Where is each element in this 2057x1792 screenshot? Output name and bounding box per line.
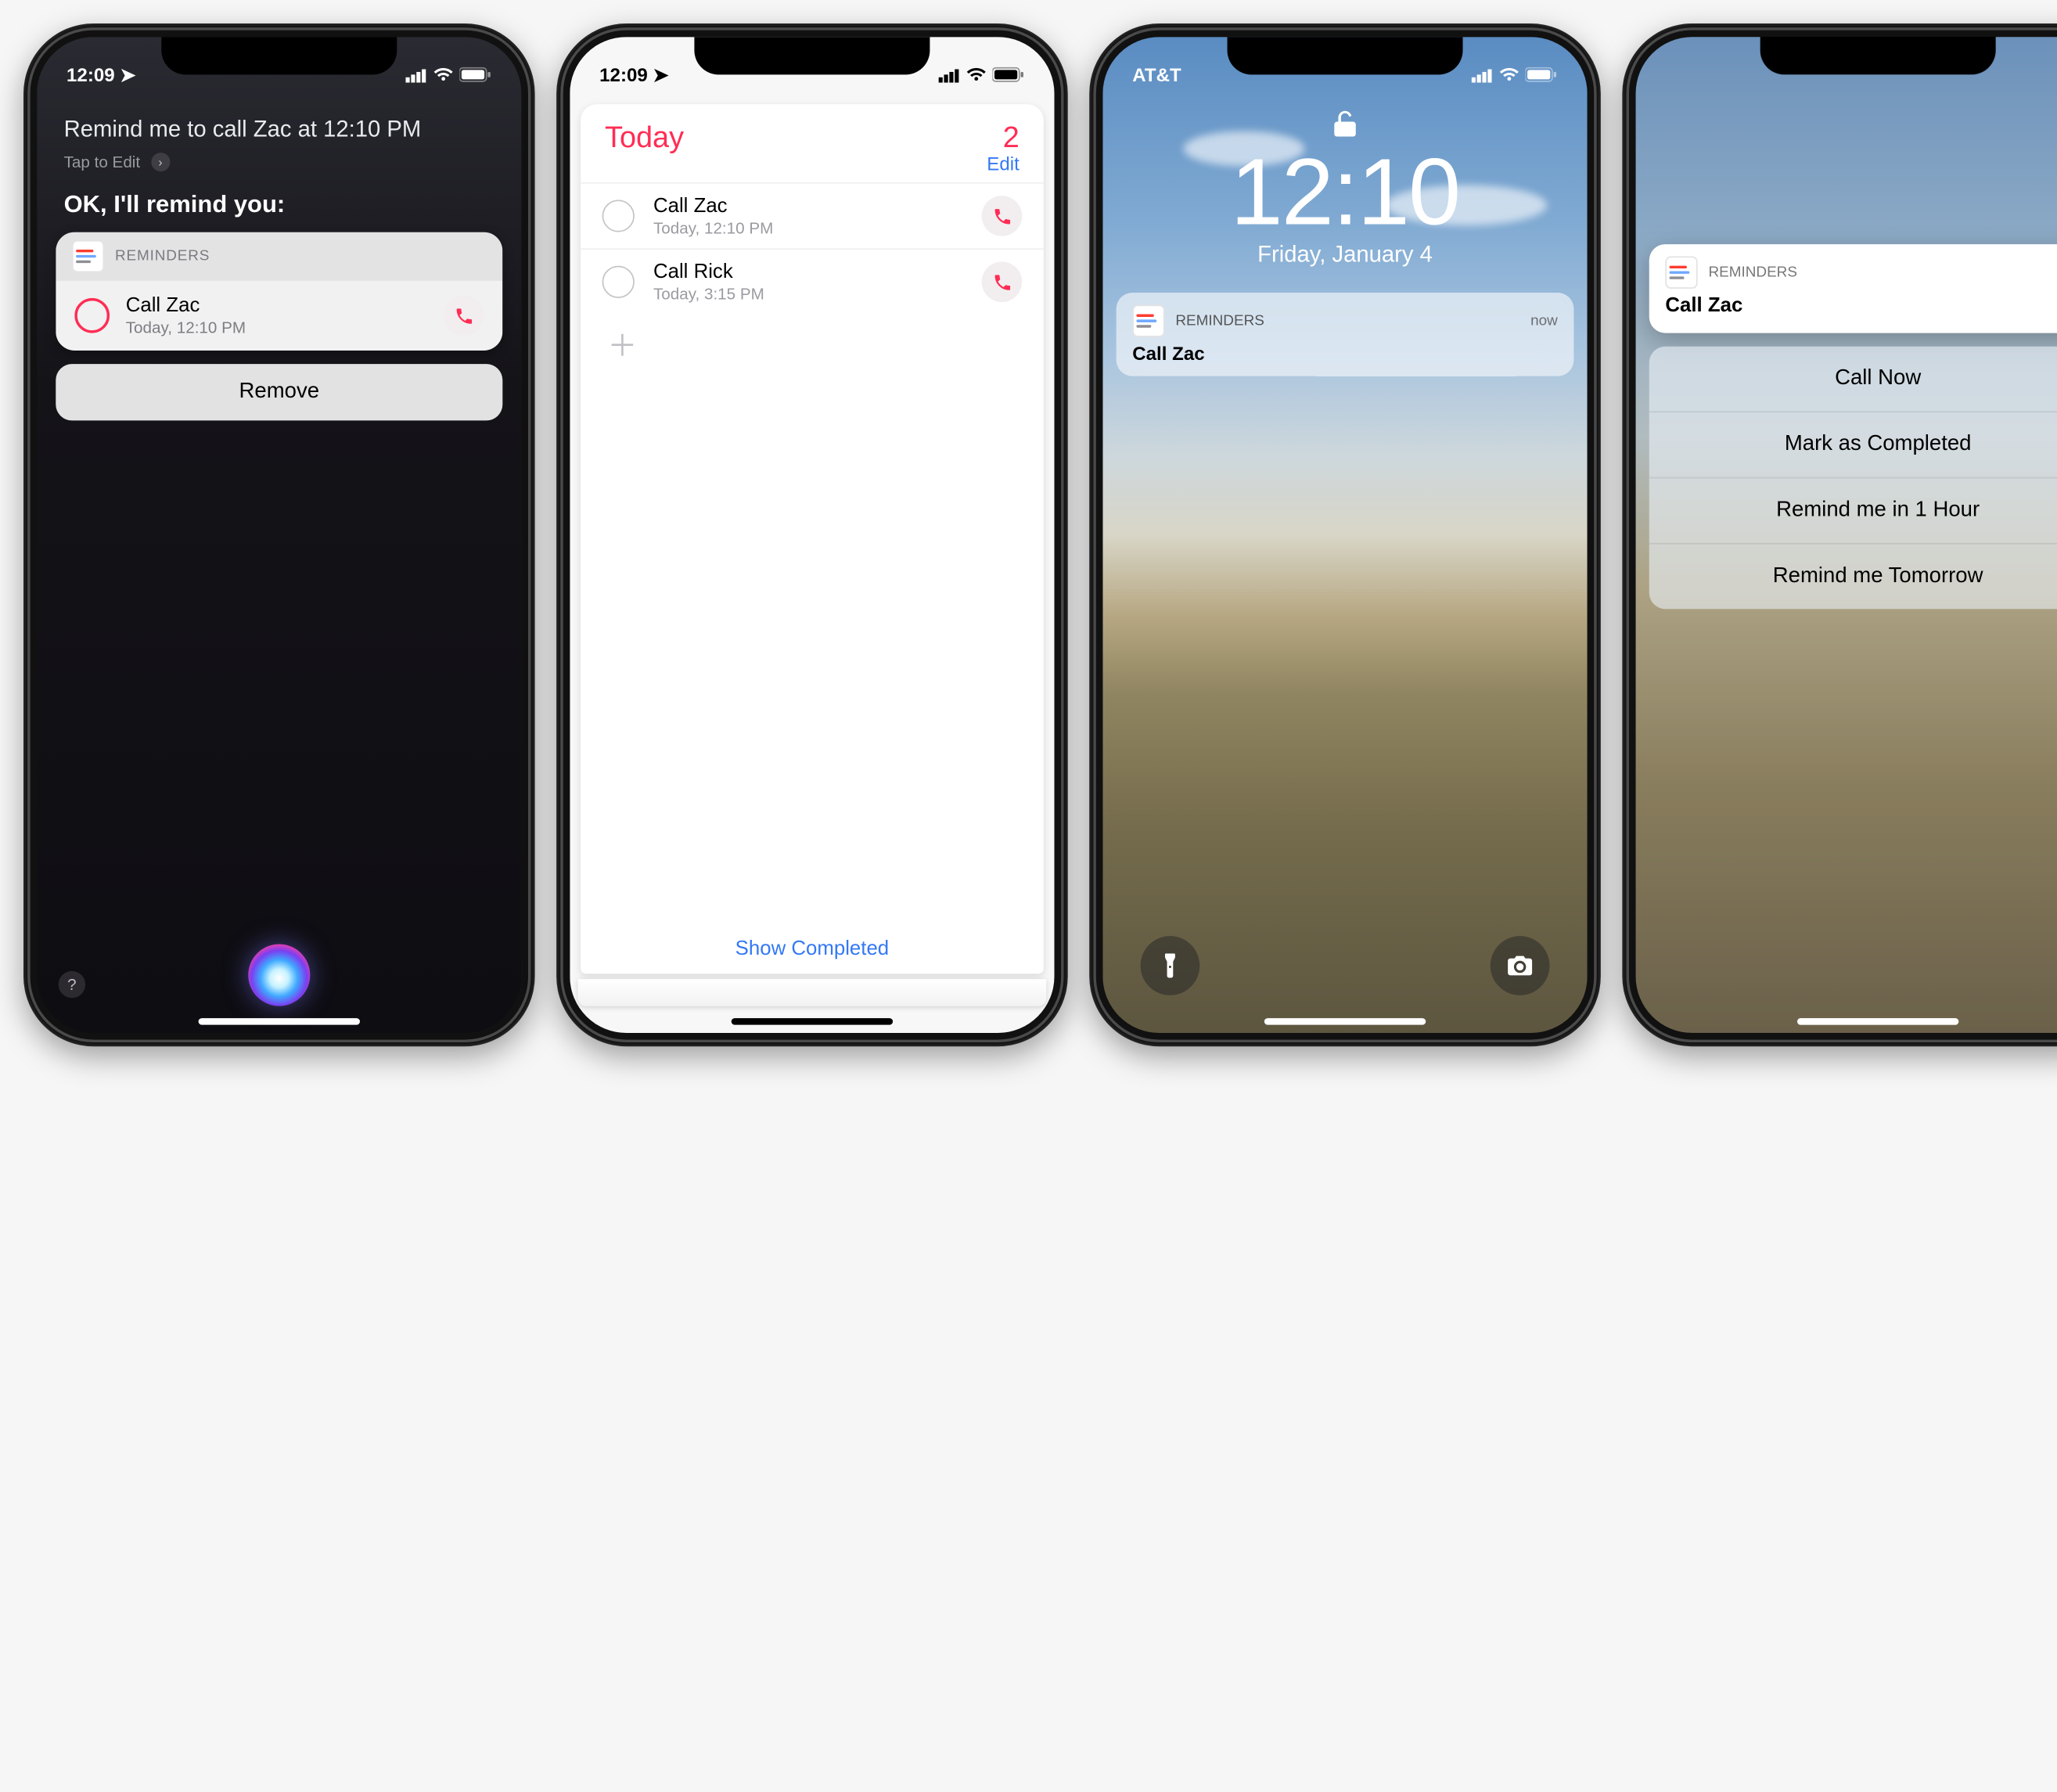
remind-tomorrow-action[interactable]: Remind me Tomorrow [1649, 543, 2057, 609]
reminders-app-icon [1665, 257, 1697, 289]
siri-reply: OK, I'll remind you: [64, 190, 494, 218]
list-item[interactable]: Call Rick Today, 3:15 PM [581, 248, 1044, 314]
item-sub: Today, 3:15 PM [653, 285, 963, 304]
location-icon: ➤ [120, 63, 135, 85]
add-reminder-button[interactable]: ＋ [581, 315, 1044, 374]
status-time: 12:09 ➤ [67, 63, 135, 86]
item-title: Call Rick [653, 261, 963, 283]
call-button[interactable] [982, 196, 1023, 236]
signal-icon [1472, 67, 1494, 82]
siri-query: Remind me to call Zac at 12:10 PM [64, 115, 494, 145]
signal-icon [939, 67, 961, 82]
reminders-app-icon [72, 240, 104, 272]
reminder-radio[interactable] [602, 200, 635, 232]
wifi-icon [966, 67, 987, 83]
home-indicator[interactable] [1264, 1018, 1426, 1025]
phone-notification-expanded: ✕ REMINDERS ••• Call Zac Call Now Mark a… [1622, 23, 2057, 1046]
camera-button[interactable] [1491, 936, 1550, 995]
notif-body: Call Zac [1132, 343, 1558, 365]
siri-orb-icon[interactable] [248, 944, 310, 1006]
reminder-radio[interactable] [602, 266, 635, 298]
notif-app-label: REMINDERS [1708, 264, 1797, 281]
battery-icon [1526, 67, 1558, 83]
notification-card[interactable]: REMINDERS now Call Zac [1117, 293, 1574, 376]
phone-siri: 12:09 ➤ Remind me to call Zac at 12:10 P… [23, 23, 535, 1046]
list-count: 2 [987, 121, 1019, 156]
list-title: Today [605, 121, 684, 156]
help-button[interactable]: ? [59, 971, 85, 998]
lock-date: Friday, January 4 [1102, 242, 1587, 268]
reminder-app-label: REMINDERS [115, 248, 210, 264]
notif-body: Call Zac [1649, 294, 2057, 333]
reminder-card[interactable]: REMINDERS Call Zac Today, 12:10 PM [56, 232, 502, 351]
wifi-icon [433, 67, 455, 83]
notif-time: now [1530, 313, 1558, 329]
phone-reminders: 12:09 ➤ Today 2 Edit Call ZacToday, 12:1… [556, 23, 1068, 1046]
remind-1h-action[interactable]: Remind me in 1 Hour [1649, 477, 2057, 543]
mark-completed-action[interactable]: Mark as Completed [1649, 411, 2057, 477]
show-completed-button[interactable]: Show Completed [581, 937, 1044, 960]
edit-button[interactable]: Edit [987, 153, 1019, 175]
call-button[interactable] [982, 261, 1023, 302]
call-now-action[interactable]: Call Now [1649, 347, 2057, 412]
notification-actions: Call Now Mark as Completed Remind me in … [1649, 347, 2057, 609]
signal-icon [405, 67, 427, 82]
notification-card[interactable]: REMINDERS ••• Call Zac [1649, 244, 2057, 333]
reminder-radio[interactable] [74, 298, 110, 333]
reminder-title: Call Zac [126, 294, 427, 317]
reminder-list: Call ZacToday, 12:10 PM Call Rick Today, … [581, 182, 1044, 315]
call-button[interactable] [444, 296, 484, 336]
notch [1760, 37, 1996, 74]
tap-to-edit[interactable]: Tap to Edit › [64, 153, 494, 171]
notch [1228, 37, 1463, 74]
notif-app-label: REMINDERS [1175, 313, 1264, 329]
battery-icon [992, 67, 1024, 83]
sheet-stack [578, 979, 1047, 1006]
notch [694, 37, 930, 74]
wallpaper-blur: ✕ REMINDERS ••• Call Zac Call Now Mark a… [1636, 37, 2057, 1033]
carrier: AT&T [1132, 64, 1181, 86]
chevron-right-icon: › [151, 153, 170, 171]
reminder-sub: Today, 12:10 PM [126, 318, 427, 337]
lock-time: 12:10 [1102, 145, 1587, 239]
battery-icon [459, 67, 491, 83]
status-time: 12:09 ➤ [599, 63, 668, 86]
phone-lockscreen: AT&T 12:10 Friday, January 4 REMINDERS n… [1089, 23, 1601, 1046]
wifi-icon [1498, 67, 1520, 83]
home-indicator[interactable] [1797, 1018, 1958, 1025]
item-title: Call Zac [653, 194, 963, 217]
list-item[interactable]: Call ZacToday, 12:10 PM [581, 182, 1044, 248]
notch [161, 37, 397, 74]
home-indicator[interactable] [199, 1018, 360, 1025]
remove-button[interactable]: Remove [56, 364, 502, 420]
reminders-sheet: Today 2 Edit Call ZacToday, 12:10 PM Cal… [581, 104, 1044, 973]
location-icon: ➤ [653, 63, 668, 85]
item-sub: Today, 12:10 PM [653, 218, 963, 237]
home-indicator[interactable] [732, 1018, 893, 1025]
reminders-app-icon [1132, 304, 1164, 336]
flashlight-button[interactable] [1141, 936, 1200, 995]
unlock-icon [1102, 110, 1587, 139]
